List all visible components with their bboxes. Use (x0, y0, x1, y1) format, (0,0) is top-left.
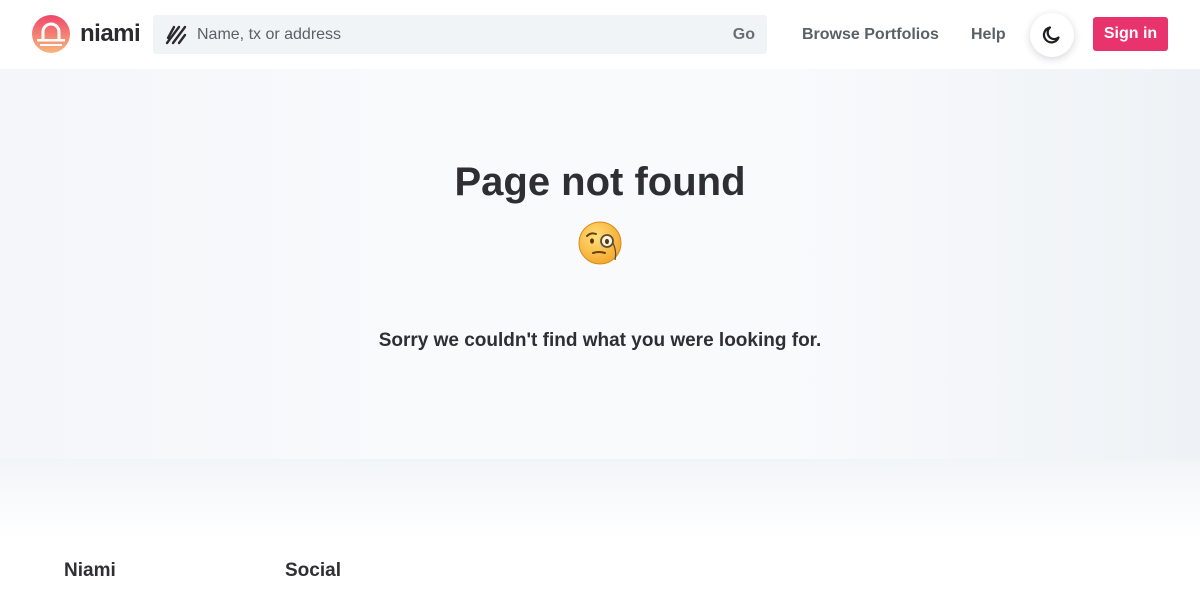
search-go-button[interactable]: Go (733, 25, 755, 44)
search-bar: Go (153, 15, 767, 54)
footer-divider (0, 459, 1200, 539)
logo-text[interactable]: niami (80, 19, 141, 49)
nav-help[interactable]: Help (971, 25, 1006, 45)
search-input[interactable] (197, 15, 717, 54)
footer-heading-social: Social (285, 560, 341, 581)
page-title: Page not found (454, 160, 746, 204)
hns-logo-icon (165, 24, 187, 46)
moon-icon (1042, 26, 1060, 44)
niami-logo-icon[interactable] (32, 15, 70, 53)
theme-toggle-button[interactable] (1030, 13, 1074, 57)
face-with-monocle-icon (577, 220, 623, 266)
header: niami Go Browse Portfolios Help Sign in (0, 0, 1200, 69)
footer-heading-niami: Niami (64, 560, 116, 581)
not-found-message: Sorry we couldn't find what you were loo… (378, 330, 822, 351)
nav-browse-portfolios[interactable]: Browse Portfolios (802, 25, 939, 45)
sign-in-button[interactable]: Sign in (1093, 17, 1168, 51)
